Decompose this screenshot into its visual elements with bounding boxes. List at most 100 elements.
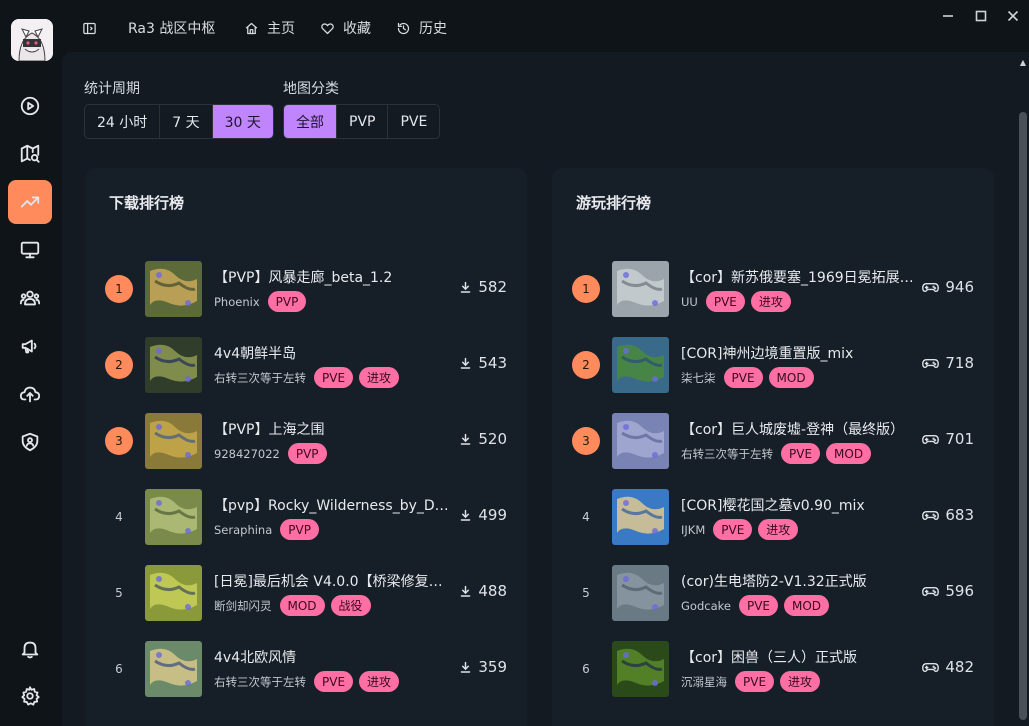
- map-thumbnail[interactable]: [145, 413, 202, 469]
- tag-badge[interactable]: 进攻: [359, 671, 400, 692]
- ranking-row[interactable]: 5 [日冕]最后机会 V4.0.0【桥梁修复版… 断剑却闪灵 MOD 战役 488: [85, 564, 527, 622]
- author-name[interactable]: 右转三次等于左转: [681, 446, 773, 462]
- map-title[interactable]: [日冕]最后机会 V4.0.0【桥梁修复版…: [214, 571, 454, 591]
- author-name[interactable]: 柒七柒: [681, 370, 716, 386]
- ranking-row[interactable]: 1 【cor】新苏俄要塞_1969日冕拓展… UU PVE 进攻 946: [552, 260, 994, 318]
- tag-badge[interactable]: PVE: [723, 367, 763, 388]
- map-thumbnail[interactable]: [612, 641, 669, 697]
- author-name[interactable]: Phoenix: [214, 295, 260, 309]
- bell-icon[interactable]: [8, 627, 52, 671]
- tag-badge[interactable]: 进攻: [780, 671, 821, 692]
- ranking-row[interactable]: 3 【PVP】上海之围 928427022 PVP 520: [85, 412, 527, 470]
- nav-favorites-link[interactable]: 收藏: [320, 17, 371, 39]
- map-thumbnail[interactable]: [145, 565, 202, 621]
- ranking-row[interactable]: 3 【cor】巨人城废墟-登神（最终版） 右转三次等于左转 PVE MOD 701: [552, 412, 994, 470]
- map-thumbnail[interactable]: [145, 489, 202, 545]
- category-option-pve[interactable]: PVE: [388, 105, 439, 138]
- ranking-row[interactable]: 6 【cor】困兽（三人）正式版 沉溺星海 PVE 进攻 482: [552, 640, 994, 698]
- map-thumbnail[interactable]: [612, 489, 669, 545]
- map-search-icon[interactable]: [8, 132, 52, 176]
- tag-badge[interactable]: MOD: [768, 367, 814, 388]
- users-icon[interactable]: [8, 276, 52, 320]
- map-title[interactable]: 【cor】巨人城废墟-登神（最终版）: [681, 419, 921, 439]
- author-name[interactable]: 928427022: [214, 447, 280, 461]
- map-title[interactable]: [COR]神州边境重置版_mix: [681, 343, 921, 363]
- rank-badge: 5: [115, 586, 123, 600]
- tag-badge[interactable]: PVP: [280, 519, 319, 540]
- tag-badge[interactable]: PVE: [713, 519, 753, 540]
- ranking-row[interactable]: 6 4v4北欧风情 右转三次等于左转 PVE 进攻 359: [85, 640, 527, 698]
- author-name[interactable]: 右转三次等于左转: [214, 674, 306, 690]
- ranking-row[interactable]: 2 4v4朝鲜半岛 右转三次等于左转 PVE 进攻 543: [85, 336, 527, 394]
- tag-badge[interactable]: PVP: [287, 443, 327, 464]
- map-thumbnail[interactable]: [612, 337, 669, 393]
- tag-badge[interactable]: PVE: [735, 671, 775, 692]
- author-name[interactable]: 断剑却闪灵: [214, 598, 272, 614]
- minimize-button[interactable]: [940, 8, 956, 24]
- period-option-30d[interactable]: 30 天: [212, 105, 273, 138]
- map-thumbnail[interactable]: [145, 641, 202, 697]
- nav-home-link[interactable]: 主页: [244, 17, 295, 39]
- map-thumbnail[interactable]: [145, 337, 202, 393]
- author-name[interactable]: 右转三次等于左转: [214, 370, 306, 386]
- nav-history-link[interactable]: 历史: [396, 17, 447, 39]
- scroll-up-arrow[interactable]: ▲: [1018, 58, 1028, 68]
- sidebar-toggle-button[interactable]: [82, 17, 97, 39]
- tag-badge[interactable]: PVE: [314, 367, 354, 388]
- map-title[interactable]: 【cor】困兽（三人）正式版: [681, 647, 921, 667]
- author-name[interactable]: Seraphina: [214, 523, 272, 537]
- tag-badge[interactable]: 进攻: [758, 519, 799, 540]
- author-name[interactable]: UU: [681, 295, 698, 309]
- tag-badge[interactable]: PVE: [705, 291, 745, 312]
- author-name[interactable]: 沉溺星海: [681, 674, 727, 690]
- map-thumbnail[interactable]: [612, 565, 669, 621]
- tag-badge[interactable]: MOD: [826, 443, 872, 464]
- cloud-upload-icon[interactable]: [8, 372, 52, 416]
- map-title[interactable]: 【cor】新苏俄要塞_1969日冕拓展…: [681, 267, 921, 287]
- map-title[interactable]: 【PVP】上海之围: [214, 419, 454, 439]
- tag-badge[interactable]: PVE: [781, 443, 821, 464]
- tag-badge[interactable]: 进攻: [750, 291, 791, 312]
- map-thumbnail[interactable]: [612, 261, 669, 317]
- avatar[interactable]: [11, 19, 53, 61]
- map-meta: 右转三次等于左转 PVE 进攻: [214, 367, 400, 388]
- tag-badge[interactable]: PVE: [738, 595, 778, 616]
- tag-badge[interactable]: PVE: [314, 671, 354, 692]
- play-icon[interactable]: [8, 84, 52, 128]
- map-title[interactable]: 4v4朝鲜半岛: [214, 343, 454, 363]
- monitor-icon[interactable]: [8, 228, 52, 272]
- period-option-24h[interactable]: 24 小时: [85, 105, 161, 138]
- shield-user-icon[interactable]: [8, 420, 52, 464]
- map-meta: Phoenix PVP: [214, 291, 307, 312]
- map-thumbnail[interactable]: [612, 413, 669, 469]
- trending-icon[interactable]: [8, 180, 52, 224]
- tag-badge[interactable]: MOD: [783, 595, 830, 616]
- ranking-row[interactable]: 4 【pvp】Rocky_Wilderness_by_Dan… Seraphin…: [85, 488, 527, 546]
- map-title[interactable]: 4v4北欧风情: [214, 647, 454, 667]
- maximize-button[interactable]: [973, 8, 989, 24]
- ranking-row[interactable]: 5 (cor)生电塔防2-V1.32正式版 Godcake PVE MOD 596: [552, 564, 994, 622]
- close-button[interactable]: [1005, 8, 1021, 24]
- author-name[interactable]: IJKM: [681, 523, 705, 537]
- tag-badge[interactable]: PVP: [267, 291, 307, 312]
- map-title[interactable]: [COR]樱花国之墓v0.90_mix: [681, 495, 921, 515]
- tag-badge[interactable]: 进攻: [359, 367, 400, 388]
- period-option-7d[interactable]: 7 天: [160, 105, 213, 138]
- settings-gear-icon[interactable]: [8, 674, 52, 718]
- ranking-row[interactable]: 2 [COR]神州边境重置版_mix 柒七柒 PVE MOD 718: [552, 336, 994, 394]
- category-option-pvp[interactable]: PVP: [337, 105, 389, 138]
- category-option-all[interactable]: 全部: [284, 105, 337, 138]
- megaphone-icon[interactable]: [8, 324, 52, 368]
- map-thumbnail[interactable]: [145, 261, 202, 317]
- map-title[interactable]: 【pvp】Rocky_Wilderness_by_Dan…: [214, 495, 454, 515]
- author-name[interactable]: Godcake: [681, 599, 731, 613]
- tag-badge[interactable]: MOD: [279, 595, 325, 616]
- scrollbar-thumb[interactable]: [1019, 112, 1027, 720]
- play-count: 946: [922, 278, 974, 296]
- ranking-row[interactable]: 4 [COR]樱花国之墓v0.90_mix IJKM PVE 进攻 683: [552, 488, 994, 546]
- play-count: 683: [922, 506, 974, 524]
- tag-badge[interactable]: 战役: [330, 595, 371, 616]
- ranking-row[interactable]: 1 【PVP】风暴走廊_beta_1.2 Phoenix PVP 582: [85, 260, 527, 318]
- map-title[interactable]: (cor)生电塔防2-V1.32正式版: [681, 571, 921, 591]
- map-title[interactable]: 【PVP】风暴走廊_beta_1.2: [214, 267, 454, 287]
